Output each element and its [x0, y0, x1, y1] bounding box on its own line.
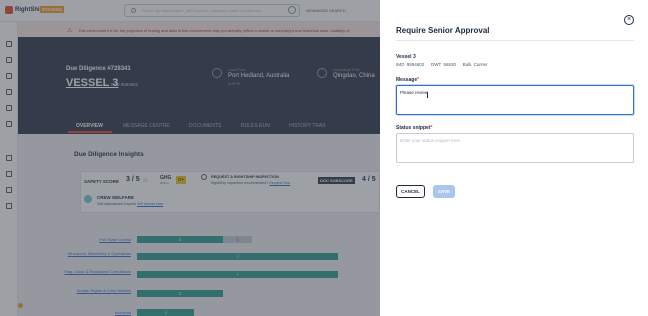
close-icon[interactable]: × — [624, 15, 634, 25]
modal-vessel-type: Bulk Carrier — [462, 62, 488, 67]
modal-vessel-meta: IMO 9594602 DWT 56530 Bulk Carrier — [396, 62, 488, 67]
save-button[interactable]: SAVE — [433, 185, 455, 198]
message-field[interactable]: Please review — [396, 85, 634, 115]
modal-backdrop[interactable] — [0, 0, 380, 316]
status-snippet-label: Status snippet* — [396, 125, 432, 131]
message-label: Message* — [396, 77, 419, 83]
modal-title: Require Senior Approval — [396, 26, 490, 35]
status-snippet-label-text: Status snippet — [396, 125, 431, 131]
modal-vessel-name: Vessel 3 — [396, 54, 416, 60]
status-snippet-field[interactable]: Enter your status snippet here — [396, 133, 634, 163]
modal-divider — [396, 40, 634, 41]
cancel-button[interactable]: CANCEL — [396, 185, 425, 198]
required-marker: * — [417, 77, 420, 83]
text-cursor — [427, 92, 428, 98]
modal-vessel-imo: IMO 9594602 — [396, 62, 425, 67]
modal-vessel-dwt: DWT 56530 — [431, 62, 456, 67]
message-label-text: Message — [396, 77, 418, 83]
required-marker: * — [430, 125, 433, 131]
